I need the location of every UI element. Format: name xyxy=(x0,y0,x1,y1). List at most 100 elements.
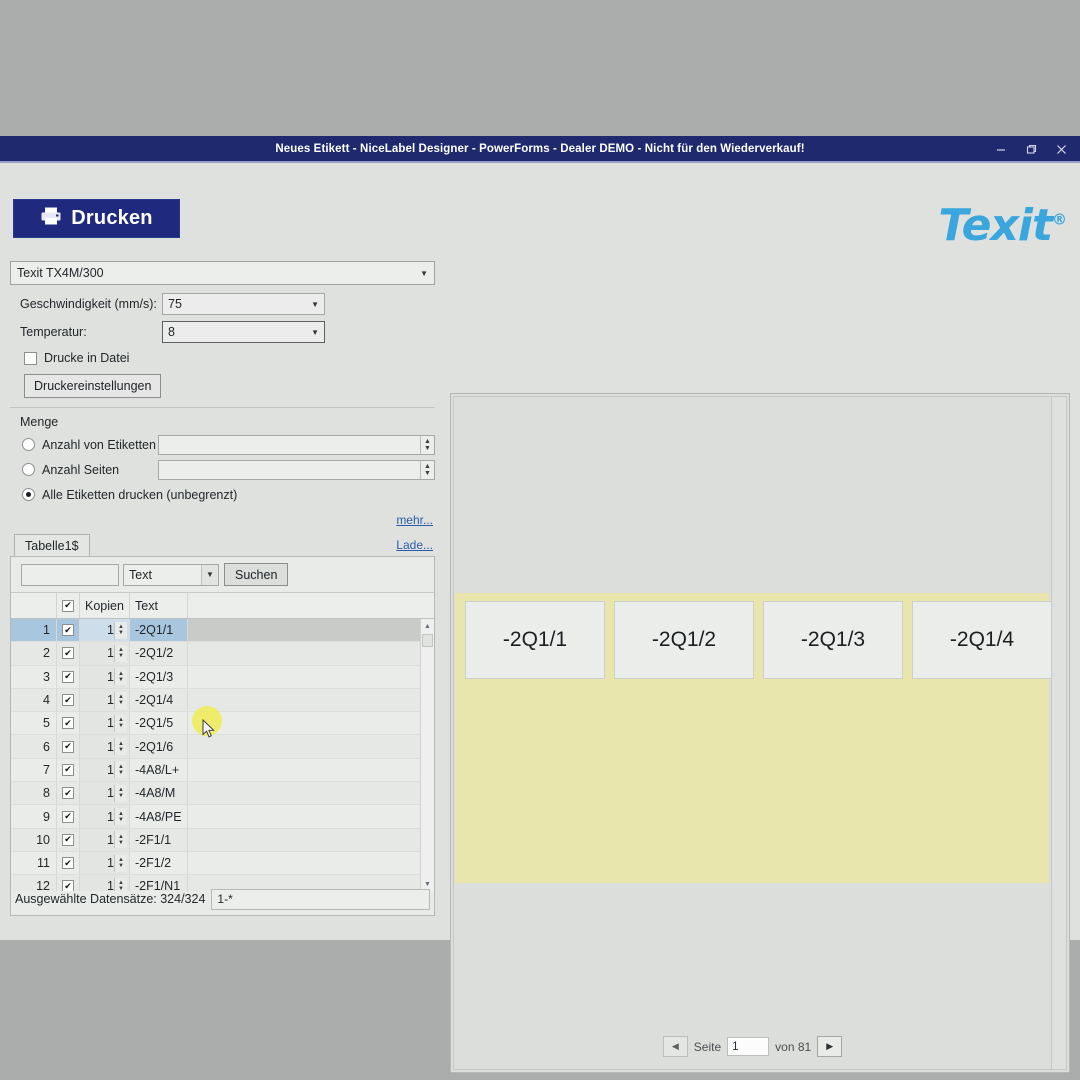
row-copies-cell[interactable]: 1▲▼ xyxy=(80,689,130,711)
grid-body[interactable]: 1✔1▲▼-2Q1/12✔1▲▼-2Q1/23✔1▲▼-2Q1/34✔1▲▼-2… xyxy=(11,619,434,891)
row-text-cell[interactable]: -4A8/M xyxy=(130,782,188,804)
label-preview-canvas[interactable]: -2Q1/1-2Q1/2-2Q1/3-2Q1/4 ◀ Seite 1 von 8… xyxy=(453,396,1067,1070)
speed-select[interactable]: 75 ▼ xyxy=(162,293,325,315)
row-checkbox-cell[interactable]: ✔ xyxy=(57,642,80,664)
row-copies-stepper[interactable]: ▲▼ xyxy=(114,785,127,802)
row-copies-stepper[interactable]: ▲▼ xyxy=(114,692,127,709)
row-copies-cell[interactable]: 1▲▼ xyxy=(80,829,130,851)
table-row[interactable]: 11✔1▲▼-2F1/2 xyxy=(11,852,434,875)
search-button[interactable]: Suchen xyxy=(224,563,288,586)
table-row[interactable]: 7✔1▲▼-4A8/L+ xyxy=(11,759,434,782)
chevron-down-icon[interactable]: ▼ xyxy=(201,565,218,585)
row-copies-stepper[interactable]: ▲▼ xyxy=(114,715,127,732)
row-checkbox-cell[interactable]: ✔ xyxy=(57,666,80,688)
page-number-input[interactable]: 1 xyxy=(727,1037,769,1056)
minimize-icon[interactable] xyxy=(986,136,1016,163)
table-row[interactable]: 10✔1▲▼-2F1/1 xyxy=(11,829,434,852)
row-copies-cell[interactable]: 1▲▼ xyxy=(80,852,130,874)
row-checkbox-cell[interactable]: ✔ xyxy=(57,689,80,711)
grid-vertical-scrollbar[interactable]: ▲ ▼ xyxy=(420,619,434,891)
search-field-select[interactable]: Text ▼ xyxy=(123,564,219,586)
close-icon[interactable] xyxy=(1046,136,1076,163)
print-button[interactable]: Drucken xyxy=(13,199,180,238)
row-copies-stepper[interactable]: ▲▼ xyxy=(114,738,127,755)
row-copies-stepper[interactable]: ▲▼ xyxy=(114,831,127,848)
row-copies-cell[interactable]: 1▲▼ xyxy=(80,619,130,641)
row-text-cell[interactable]: -2Q1/2 xyxy=(130,642,188,664)
row-text-cell[interactable]: -2Q1/4 xyxy=(130,689,188,711)
load-link[interactable]: Lade... xyxy=(396,538,433,552)
preview-label-card[interactable]: -2Q1/4 xyxy=(912,601,1052,679)
row-checkbox[interactable]: ✔ xyxy=(62,694,74,706)
more-link[interactable]: mehr... xyxy=(396,513,433,527)
table-row[interactable]: 6✔1▲▼-2Q1/6 xyxy=(11,735,434,758)
table-row[interactable]: 2✔1▲▼-2Q1/2 xyxy=(11,642,434,665)
row-copies-cell[interactable]: 1▲▼ xyxy=(80,805,130,827)
row-checkbox[interactable]: ✔ xyxy=(62,624,74,636)
row-text-cell[interactable]: -4A8/PE xyxy=(130,805,188,827)
row-copies-cell[interactable]: 1▲▼ xyxy=(80,782,130,804)
radio-all[interactable] xyxy=(22,488,35,501)
quantity-option-labels[interactable]: Anzahl von Etiketten ▲▼ xyxy=(10,432,435,457)
table-row[interactable]: 9✔1▲▼-4A8/PE xyxy=(11,805,434,828)
table-row[interactable]: 5✔1▲▼-2Q1/5 xyxy=(11,712,434,735)
row-checkbox-cell[interactable]: ✔ xyxy=(57,829,80,851)
table-row[interactable]: 1✔1▲▼-2Q1/1 xyxy=(11,619,434,642)
row-copies-stepper[interactable]: ▲▼ xyxy=(114,622,127,639)
row-checkbox[interactable]: ✔ xyxy=(62,741,74,753)
row-checkbox[interactable]: ✔ xyxy=(62,857,74,869)
row-copies-stepper[interactable]: ▲▼ xyxy=(114,761,127,778)
prev-page-button[interactable]: ◀ xyxy=(663,1036,688,1057)
temperature-select[interactable]: 8 ▼ xyxy=(162,321,325,343)
row-copies-stepper[interactable]: ▲▼ xyxy=(114,855,127,872)
row-checkbox[interactable]: ✔ xyxy=(62,717,74,729)
row-copies-cell[interactable]: 1▲▼ xyxy=(80,712,130,734)
grid-header-selectall[interactable]: ✔ xyxy=(57,593,80,618)
row-checkbox-cell[interactable]: ✔ xyxy=(57,712,80,734)
preview-label-card[interactable]: -2Q1/1 xyxy=(465,601,605,679)
labels-count-stepper[interactable]: ▲▼ xyxy=(158,435,435,455)
search-input[interactable] xyxy=(21,564,119,586)
table-row[interactable]: 4✔1▲▼-2Q1/4 xyxy=(11,689,434,712)
preview-label-card[interactable]: -2Q1/2 xyxy=(614,601,754,679)
select-all-checkbox[interactable]: ✔ xyxy=(62,600,74,612)
grid-header-kopien[interactable]: Kopien xyxy=(80,593,130,618)
row-checkbox-cell[interactable]: ✔ xyxy=(57,619,80,641)
row-checkbox-cell[interactable]: ✔ xyxy=(57,852,80,874)
radio-labels[interactable] xyxy=(22,438,35,451)
quantity-option-pages[interactable]: Anzahl Seiten ▲▼ xyxy=(10,457,435,482)
row-checkbox-cell[interactable]: ✔ xyxy=(57,759,80,781)
grid-header-text[interactable]: Text xyxy=(130,593,188,618)
row-checkbox[interactable]: ✔ xyxy=(62,671,74,683)
preview-vertical-scrollbar[interactable] xyxy=(1051,397,1066,1069)
row-text-cell[interactable]: -2F1/2 xyxy=(130,852,188,874)
tab-tabelle1[interactable]: Tabelle1$ xyxy=(14,534,90,556)
radio-pages[interactable] xyxy=(22,463,35,476)
row-text-cell[interactable]: -2Q1/5 xyxy=(130,712,188,734)
row-copies-cell[interactable]: 1▲▼ xyxy=(80,735,130,757)
row-copies-stepper[interactable]: ▲▼ xyxy=(114,645,127,662)
stepper-arrows-icon[interactable]: ▲▼ xyxy=(420,436,434,454)
row-text-cell[interactable]: -2Q1/6 xyxy=(130,735,188,757)
row-checkbox[interactable]: ✔ xyxy=(62,834,74,846)
row-checkbox[interactable]: ✔ xyxy=(62,647,74,659)
table-row[interactable]: 8✔1▲▼-4A8/M xyxy=(11,782,434,805)
row-copies-stepper[interactable]: ▲▼ xyxy=(114,808,127,825)
quantity-option-all[interactable]: Alle Etiketten drucken (unbegrenzt) xyxy=(10,482,435,507)
printer-select[interactable]: Texit TX4M/300 ▼ xyxy=(10,261,435,285)
row-copies-cell[interactable]: 1▲▼ xyxy=(80,642,130,664)
row-checkbox-cell[interactable]: ✔ xyxy=(57,782,80,804)
row-copies-cell[interactable]: 1▲▼ xyxy=(80,666,130,688)
table-row[interactable]: 3✔1▲▼-2Q1/3 xyxy=(11,666,434,689)
print-to-file-row[interactable]: Drucke in Datei xyxy=(10,347,435,369)
row-checkbox[interactable]: ✔ xyxy=(62,787,74,799)
row-checkbox-cell[interactable]: ✔ xyxy=(57,735,80,757)
row-text-cell[interactable]: -4A8/L+ xyxy=(130,759,188,781)
print-to-file-checkbox[interactable] xyxy=(24,352,37,365)
stepper-arrows-icon[interactable]: ▲▼ xyxy=(420,461,434,479)
row-text-cell[interactable]: -2Q1/1 xyxy=(130,619,188,641)
row-checkbox[interactable]: ✔ xyxy=(62,811,74,823)
printer-settings-button[interactable]: Druckereinstellungen xyxy=(24,374,161,398)
pages-count-stepper[interactable]: ▲▼ xyxy=(158,460,435,480)
row-text-cell[interactable]: -2Q1/3 xyxy=(130,666,188,688)
